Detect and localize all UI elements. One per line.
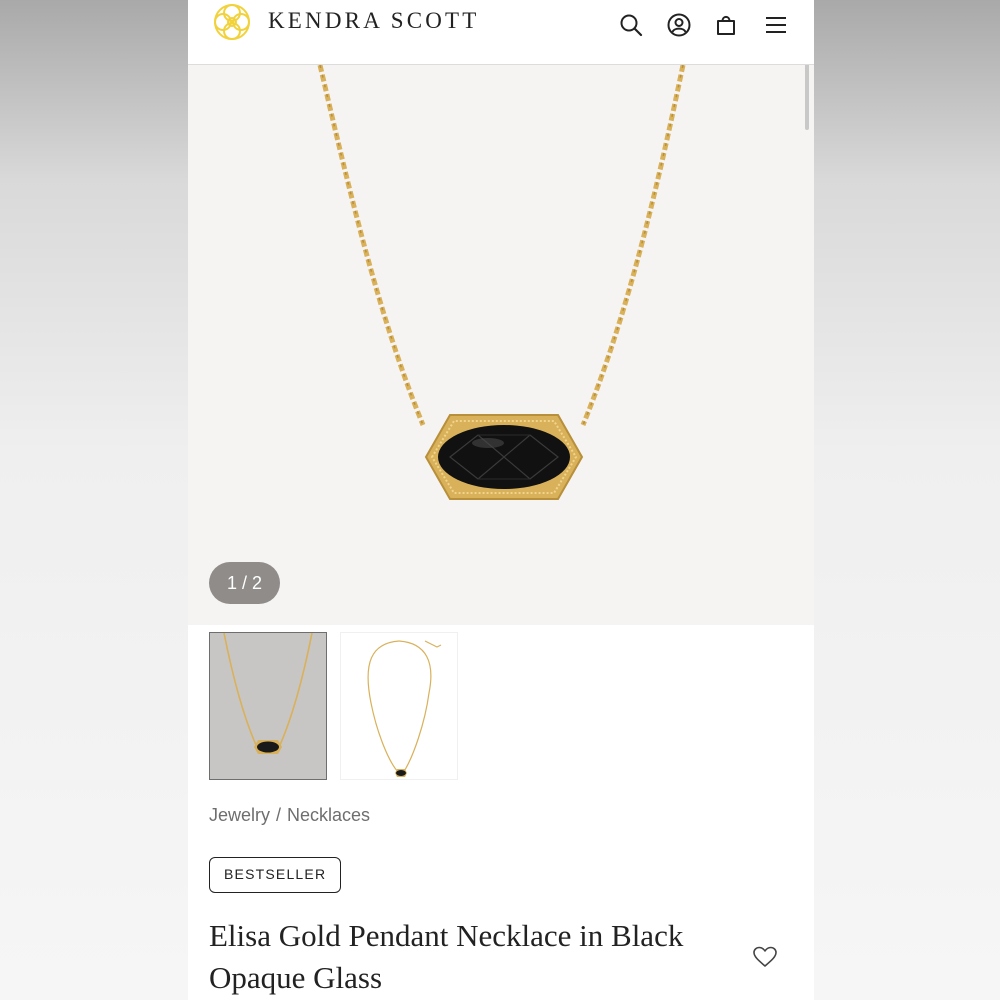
thumbnail-necklace-image: [223, 632, 313, 754]
thumbnail-2[interactable]: [340, 632, 458, 780]
menu-icon[interactable]: [763, 12, 789, 38]
background-left: [0, 0, 188, 1000]
product-title: Elisa Gold Pendant Necklace in Black Opa…: [209, 918, 684, 995]
bestseller-badge: BESTSELLER: [209, 857, 342, 893]
breadcrumb-necklaces[interactable]: Necklaces: [287, 805, 370, 825]
breadcrumb-separator: /: [276, 805, 282, 825]
mobile-page: KENDRA SCOTT 1 / 2 Jewelry / Necklaces B…: [188, 0, 814, 1000]
thumbnail-necklace-full-image: [367, 640, 442, 777]
breadcrumb-jewelry[interactable]: Jewelry: [209, 805, 270, 825]
product-main-image[interactable]: [188, 64, 814, 625]
site-header: KENDRA SCOTT: [188, 0, 814, 65]
account-icon[interactable]: [666, 12, 692, 38]
breadcrumb: Jewelry / Necklaces: [209, 805, 370, 826]
background-right: [814, 0, 1000, 1000]
search-icon[interactable]: [618, 12, 644, 38]
necklace-illustration: [317, 64, 686, 500]
pendant: [424, 414, 584, 500]
thumbnail-1[interactable]: [209, 632, 327, 780]
chain-left: [317, 64, 426, 426]
chain-right: [580, 64, 686, 426]
heart-icon[interactable]: [752, 944, 778, 970]
bag-icon[interactable]: [713, 12, 739, 38]
logo-icon[interactable]: [208, 0, 256, 48]
brand-name[interactable]: KENDRA SCOTT: [268, 8, 480, 34]
image-counter: 1 / 2: [209, 562, 280, 604]
